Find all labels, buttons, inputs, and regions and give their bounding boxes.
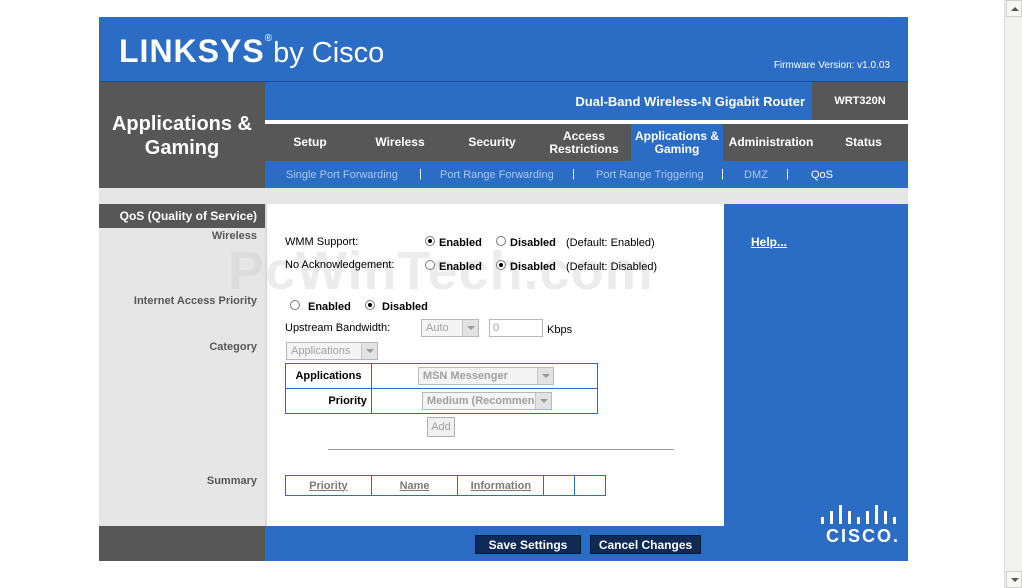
summary-col-blank — [543, 475, 576, 496]
summary-col-name[interactable]: Name — [370, 475, 459, 496]
upstream-mode-select[interactable]: Auto — [421, 319, 479, 337]
tab-access-restrictions[interactable]: Access Restrictions — [539, 124, 629, 161]
subtab-qos[interactable]: QoS — [811, 169, 833, 181]
priority-enabled-radio[interactable] — [290, 300, 300, 310]
wmm-support-label: WMM Support: — [285, 236, 359, 248]
priority-enabled-label: Enabled — [308, 301, 351, 313]
summary-col-information[interactable]: Information — [457, 475, 545, 496]
no-ack-disabled-radio[interactable] — [496, 260, 506, 270]
chevron-down-icon — [534, 393, 551, 409]
linksys-logo: LINKSYS®by Cisco — [119, 33, 384, 70]
wmm-enabled-label: Enabled — [439, 237, 482, 249]
wmm-default-note: (Default: Enabled) — [566, 237, 655, 249]
no-ack-enabled-label: Enabled — [439, 261, 482, 273]
firmware-version: Firmware Version: v1.0.03 — [773, 60, 890, 71]
header-banner: LINKSYS®by Cisco Firmware Version: v1.0.… — [99, 17, 908, 82]
product-bar: Dual-Band Wireless-N Gigabit Router WRT3… — [265, 82, 908, 120]
priority-select-value: Medium (Recommend) — [426, 395, 545, 407]
chevron-down-icon — [462, 320, 478, 336]
summary-col-priority[interactable]: Priority — [285, 475, 372, 496]
subtab-port-range-triggering[interactable]: Port Range Triggering — [596, 169, 704, 181]
section-title-block: Applications & Gaming — [99, 82, 265, 188]
subtab-port-range-forwarding[interactable]: Port Range Forwarding — [440, 169, 554, 181]
tab-administration[interactable]: Administration — [723, 124, 819, 161]
logo-registered-mark: ® — [264, 33, 274, 44]
subtab-separator: | — [786, 168, 789, 180]
logo-by-cisco: by Cisco — [273, 37, 385, 69]
wmm-disabled-label: Disabled — [510, 237, 556, 249]
label-summary: Summary — [206, 475, 257, 487]
tab-status[interactable]: Status — [819, 124, 908, 161]
help-column: Help... — [724, 204, 908, 526]
footer-bar: Save Settings Cancel Changes — [265, 526, 908, 561]
no-ack-disabled-label: Disabled — [510, 261, 556, 273]
logo-text: LINKSYS — [119, 33, 265, 69]
wmm-disabled-radio[interactable] — [496, 236, 506, 246]
upstream-bandwidth-label: Upstream Bandwidth: — [285, 322, 391, 334]
priority-row-label: Priority — [285, 388, 372, 414]
wmm-enabled-radio[interactable] — [425, 236, 435, 246]
summary-table: Priority Name Information — [285, 475, 606, 496]
no-ack-enabled-radio[interactable] — [425, 260, 435, 270]
chevron-down-icon — [536, 368, 553, 384]
applications-row-label: Applications — [285, 363, 372, 389]
upstream-mode-value: Auto — [426, 322, 449, 334]
kbps-unit: Kbps — [547, 324, 573, 336]
priority-select[interactable]: Medium (Recommend) — [421, 392, 552, 410]
summary-col-blank — [574, 475, 606, 496]
table-row: Priority Medium (Recommend) — [285, 388, 599, 414]
priority-disabled-label: Disabled — [382, 301, 428, 313]
vertical-scrollbar[interactable] — [1004, 0, 1022, 588]
no-ack-label: No Acknowledgement: — [285, 259, 395, 271]
product-name: Dual-Band Wireless-N Gigabit Router — [575, 94, 805, 109]
tab-setup[interactable]: Setup — [265, 124, 355, 161]
priority-disabled-radio[interactable] — [365, 300, 375, 310]
subtab-single-port-forwarding[interactable]: Single Port Forwarding — [286, 169, 398, 181]
page-title: Applications & Gaming — [111, 113, 252, 159]
category-select[interactable]: Applications — [286, 342, 378, 360]
tab-security[interactable]: Security — [445, 124, 539, 161]
subtab-separator: | — [572, 168, 575, 180]
priority-cell: Medium (Recommend) — [370, 388, 599, 414]
model-number: WRT320N — [812, 82, 908, 120]
divider — [328, 449, 674, 450]
section-header-qos: QoS (Quality of Service) — [99, 204, 265, 228]
chevron-down-icon — [361, 343, 377, 359]
main-tabs: Setup Wireless Security Access Restricti… — [265, 124, 908, 161]
tab-wireless[interactable]: Wireless — [355, 124, 445, 161]
content-top-strip — [265, 188, 908, 204]
table-row: Priority Name Information — [285, 475, 606, 496]
cisco-wordmark: CISCO. — [826, 526, 901, 546]
label-category: Category — [209, 341, 257, 353]
applications-select[interactable]: MSN Messenger — [417, 367, 554, 385]
category-select-value: Applications — [291, 345, 351, 357]
applications-cell: MSN Messenger — [370, 363, 599, 389]
subtab-separator: | — [419, 168, 422, 180]
help-link[interactable]: Help... — [751, 235, 787, 249]
no-ack-default-note: (Default: Disabled) — [566, 261, 658, 273]
table-row: Applications MSN Messenger — [285, 363, 599, 389]
cancel-changes-button[interactable]: Cancel Changes — [590, 535, 701, 554]
scroll-down-icon[interactable] — [1006, 571, 1022, 588]
add-button[interactable]: Add — [427, 417, 455, 437]
left-label-column: Wireless Internet Access Priority Catego… — [99, 188, 265, 526]
scroll-up-icon[interactable] — [1006, 0, 1022, 17]
category-table: Applications MSN Messenger Priority Medi… — [285, 363, 599, 414]
sub-tabs: Single Port Forwarding | Port Range Forw… — [265, 161, 908, 188]
applications-select-value: MSN Messenger — [422, 370, 508, 382]
save-settings-button[interactable]: Save Settings — [475, 535, 581, 554]
footer-left — [99, 526, 265, 561]
subtab-separator: | — [721, 168, 724, 180]
subtab-dmz[interactable]: DMZ — [744, 169, 768, 181]
tab-applications-gaming[interactable]: Applications & Gaming — [631, 124, 723, 161]
upstream-bandwidth-input[interactable]: 0 — [489, 319, 543, 337]
